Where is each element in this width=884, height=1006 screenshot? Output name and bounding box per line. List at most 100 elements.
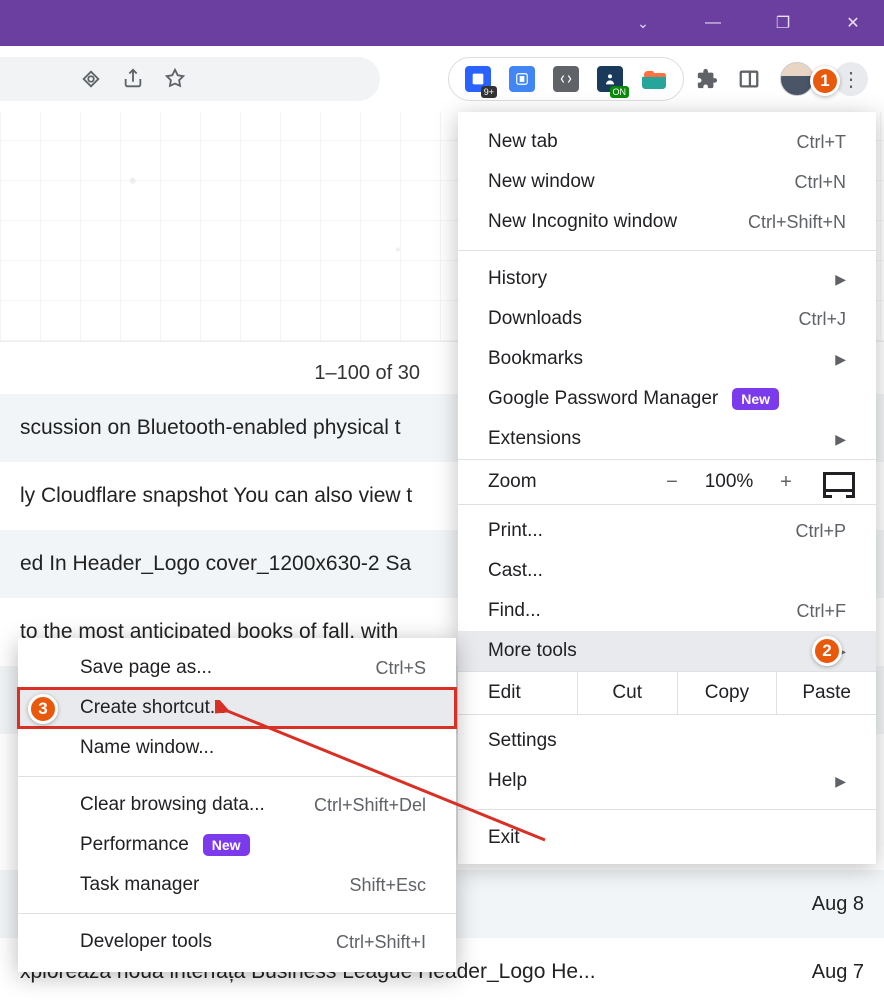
submenu-arrow-icon: ▶ [835, 773, 846, 790]
submenu-name-window[interactable]: Name window... [18, 728, 456, 768]
extension-icon-1[interactable]: 9+ [465, 66, 491, 92]
menu-label: Bookmarks [488, 348, 583, 370]
menu-shortcut: Ctrl+Shift+N [748, 212, 846, 233]
submenu-arrow-icon: ▶ [835, 351, 846, 368]
menu-settings[interactable]: Settings [458, 721, 876, 761]
submenu-label: Name window... [80, 737, 214, 759]
menu-label: New window [488, 171, 595, 193]
menu-new-window[interactable]: New window Ctrl+N [458, 162, 876, 202]
menu-exit[interactable]: Exit [458, 818, 876, 858]
more-tools-submenu: Save page as... Ctrl+S Create shortcut..… [18, 638, 456, 972]
menu-zoom-row: Zoom − 100% + [458, 459, 876, 505]
menu-label: Extensions [488, 428, 581, 450]
pagination-label: 1–100 of 30 [0, 346, 444, 401]
menu-history[interactable]: History ▶ [458, 259, 876, 299]
close-button[interactable]: ✕ [830, 0, 876, 46]
zoom-label: Zoom [488, 471, 650, 493]
menu-find[interactable]: Find... Ctrl+F [458, 591, 876, 631]
submenu-save-page[interactable]: Save page as... Ctrl+S [18, 648, 456, 688]
bookmark-star-icon[interactable] [164, 68, 186, 90]
submenu-clear-data[interactable]: Clear browsing data... Ctrl+Shift+Del [18, 785, 456, 825]
menu-label: New tab [488, 131, 558, 153]
edit-paste-button[interactable]: Paste [777, 672, 876, 714]
side-panel-icon[interactable] [738, 68, 760, 90]
submenu-create-shortcut[interactable]: Create shortcut... [18, 688, 456, 728]
menu-separator [458, 250, 876, 251]
submenu-arrow-icon: ▶ [835, 271, 846, 288]
menu-label: Help [488, 770, 527, 792]
extensions-puzzle-icon[interactable] [696, 68, 718, 90]
toolbar-right: ⋮ [696, 62, 868, 96]
submenu-label: Create shortcut... [80, 697, 226, 719]
extensions-bubble: 9+ ON [448, 57, 684, 101]
menu-password-manager[interactable]: Google Password Manager New [458, 379, 876, 419]
submenu-label: Performance [80, 834, 189, 856]
edit-label: Edit [458, 672, 578, 714]
submenu-shortcut: Shift+Esc [349, 875, 426, 896]
fullscreen-icon[interactable] [826, 472, 852, 492]
extension-badge: 9+ [481, 86, 497, 98]
menu-bookmarks[interactable]: Bookmarks ▶ [458, 339, 876, 379]
browser-toolbar: 9+ ON ⋮ [0, 46, 884, 112]
lens-icon[interactable] [80, 68, 102, 90]
maximize-button[interactable]: ❐ [760, 0, 806, 46]
omnibox-right[interactable] [0, 57, 380, 101]
extension-icon-3[interactable] [553, 66, 579, 92]
menu-new-incognito[interactable]: New Incognito window Ctrl+Shift+N [458, 202, 876, 242]
zoom-out-button[interactable]: − [650, 471, 694, 494]
tab-search-button[interactable]: ⌄ [620, 0, 666, 46]
extension-icon-2[interactable] [509, 66, 535, 92]
extension-icon-4[interactable]: ON [597, 66, 623, 92]
menu-shortcut: Ctrl+N [794, 172, 846, 193]
menu-label: More tools [488, 640, 577, 662]
submenu-separator [18, 913, 456, 914]
window-titlebar: ⌄ — ❐ ✕ [0, 0, 884, 46]
menu-shortcut: Ctrl+P [795, 521, 846, 542]
menu-extensions[interactable]: Extensions ▶ [458, 419, 876, 459]
menu-label: Cast... [488, 560, 543, 582]
menu-label: Settings [488, 730, 557, 752]
menu-help[interactable]: Help ▶ [458, 761, 876, 801]
zoom-in-button[interactable]: + [764, 471, 808, 494]
annotation-badge-3: 3 [28, 694, 58, 724]
annotation-badge-2: 2 [812, 636, 842, 666]
menu-shortcut: Ctrl+J [798, 309, 846, 330]
menu-separator [458, 809, 876, 810]
menu-label: Downloads [488, 308, 582, 330]
submenu-separator [18, 776, 456, 777]
extension-on-badge: ON [610, 86, 630, 98]
menu-label: Google Password Manager [488, 388, 718, 410]
menu-label: Print... [488, 520, 543, 542]
menu-new-tab[interactable]: New tab Ctrl+T [458, 122, 876, 162]
share-icon[interactable] [122, 68, 144, 90]
edit-cut-button[interactable]: Cut [578, 672, 678, 714]
chrome-main-menu: New tab Ctrl+T New window Ctrl+N New Inc… [458, 112, 876, 864]
menu-shortcut: Ctrl+F [797, 601, 847, 622]
minimize-button[interactable]: — [690, 0, 736, 46]
menu-shortcut: Ctrl+T [797, 132, 847, 153]
menu-downloads[interactable]: Downloads Ctrl+J [458, 299, 876, 339]
menu-label: Exit [488, 827, 520, 849]
submenu-shortcut: Ctrl+S [375, 658, 426, 679]
submenu-label: Developer tools [80, 931, 212, 953]
menu-label: History [488, 268, 547, 290]
profile-avatar[interactable] [780, 62, 814, 96]
submenu-label: Task manager [80, 874, 199, 896]
submenu-shortcut: Ctrl+Shift+Del [314, 795, 426, 816]
extension-icon-5[interactable] [641, 66, 667, 92]
submenu-performance[interactable]: Performance New [18, 825, 456, 865]
submenu-label: Clear browsing data... [80, 794, 265, 816]
submenu-label: Save page as... [80, 657, 212, 679]
menu-cast[interactable]: Cast... [458, 551, 876, 591]
menu-label: Find... [488, 600, 541, 622]
zoom-value: 100% [694, 471, 764, 493]
submenu-arrow-icon: ▶ [835, 431, 846, 448]
annotation-badge-1: 1 [810, 66, 840, 96]
submenu-task-manager[interactable]: Task manager Shift+Esc [18, 865, 456, 905]
submenu-shortcut: Ctrl+Shift+I [336, 932, 426, 953]
submenu-developer-tools[interactable]: Developer tools Ctrl+Shift+I [18, 922, 456, 962]
edit-copy-button[interactable]: Copy [678, 672, 778, 714]
menu-print[interactable]: Print... Ctrl+P [458, 511, 876, 551]
menu-label: New Incognito window [488, 211, 677, 233]
new-badge: New [732, 388, 779, 410]
